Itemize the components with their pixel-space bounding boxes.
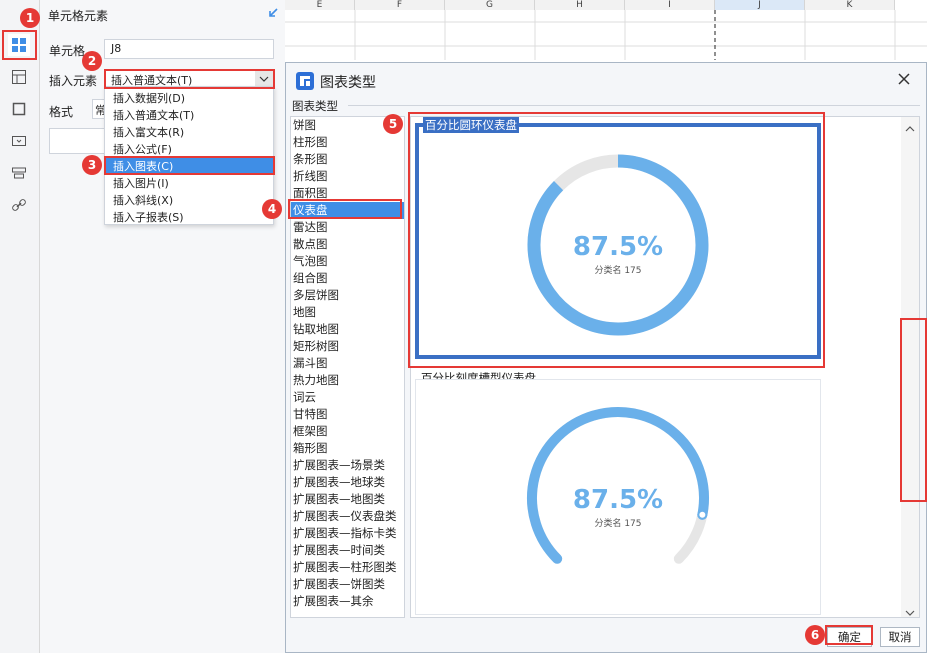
left-toolbar bbox=[0, 0, 40, 653]
chart-type-item[interactable]: 扩展图表—地球类 bbox=[291, 474, 404, 491]
dropdown-item[interactable]: 插入富文本(R) bbox=[105, 124, 273, 141]
dropdown-item[interactable]: 插入普通文本(T) bbox=[105, 107, 273, 124]
chart-type-item[interactable]: 漏斗图 bbox=[291, 355, 404, 372]
spreadsheet-grid[interactable]: E F G H I J K bbox=[285, 0, 927, 60]
dialog-title: 图表类型 bbox=[320, 75, 376, 91]
column-header[interactable]: F bbox=[355, 0, 445, 10]
chart-type-item[interactable]: 扩展图表—其余 bbox=[291, 593, 404, 610]
chart-type-item[interactable]: 散点图 bbox=[291, 236, 404, 253]
chart-type-item[interactable]: 扩展图表—场景类 bbox=[291, 457, 404, 474]
chart-type-list: 饼图 柱形图 条形图 折线图 面积图 仪表盘 雷达图 散点图 气泡图 组合图 多… bbox=[290, 116, 405, 618]
chevron-down-icon[interactable] bbox=[905, 605, 915, 619]
chart-type-item[interactable]: 多层饼图 bbox=[291, 287, 404, 304]
highlight-box bbox=[104, 69, 275, 89]
chart-type-item[interactable]: 扩展图表—柱形图类 bbox=[291, 559, 404, 576]
chart-type-item[interactable]: 地图 bbox=[291, 304, 404, 321]
frame-icon[interactable] bbox=[8, 98, 30, 120]
chart-type-item[interactable]: 扩展图表—地图类 bbox=[291, 491, 404, 508]
app-logo-icon bbox=[296, 72, 314, 90]
column-header[interactable]: J bbox=[715, 0, 805, 10]
chevron-up-icon[interactable] bbox=[905, 121, 915, 135]
widget-icon[interactable] bbox=[8, 130, 30, 152]
column-header[interactable]: E bbox=[285, 0, 355, 10]
cell-field[interactable]: J8 bbox=[104, 39, 274, 59]
cell-label: 单元格 bbox=[49, 44, 86, 58]
gauge-sub-text: 分类名 175 bbox=[594, 517, 641, 529]
step-badge: 1 bbox=[20, 8, 40, 28]
panel-title: 单元格元素 bbox=[48, 9, 109, 23]
gauge-value-text: 87.5% bbox=[573, 485, 663, 515]
cell-attribute-icon[interactable] bbox=[8, 66, 30, 88]
slot-gauge-chart: 87.5% 分类名 175 bbox=[527, 407, 709, 564]
chart-type-item[interactable]: 条形图 bbox=[291, 151, 404, 168]
hyperlink-icon[interactable] bbox=[8, 194, 30, 216]
condition-icon[interactable] bbox=[8, 162, 30, 184]
dropdown-item[interactable]: 插入图片(I) bbox=[105, 175, 273, 192]
chart-type-item[interactable]: 扩展图表—仪表盘类 bbox=[291, 508, 404, 525]
dropdown-item[interactable]: 插入子报表(S) bbox=[105, 209, 273, 226]
dropdown-item[interactable]: 插入斜线(X) bbox=[105, 192, 273, 209]
highlight-box bbox=[288, 199, 402, 219]
highlight-box bbox=[104, 156, 275, 175]
group-divider bbox=[348, 105, 920, 106]
highlight-box bbox=[825, 625, 873, 645]
step-badge: 6 bbox=[805, 625, 825, 645]
step-badge: 3 bbox=[82, 155, 102, 175]
close-icon[interactable] bbox=[896, 71, 912, 90]
step-badge: 2 bbox=[82, 51, 102, 71]
chart-type-item[interactable]: 折线图 bbox=[291, 168, 404, 185]
step-badge: 4 bbox=[262, 199, 282, 219]
grid-lines bbox=[285, 10, 927, 60]
step-badge: 5 bbox=[383, 114, 403, 134]
group-label: 图表类型 bbox=[292, 99, 338, 113]
highlight-box bbox=[408, 112, 825, 368]
column-header[interactable]: G bbox=[445, 0, 535, 10]
chart-type-item[interactable]: 雷达图 bbox=[291, 219, 404, 236]
chart-type-item[interactable]: 组合图 bbox=[291, 270, 404, 287]
highlight-box bbox=[2, 30, 37, 60]
cancel-button[interactable]: 取消 bbox=[880, 627, 920, 647]
chart-type-item[interactable]: 词云 bbox=[291, 389, 404, 406]
dropdown-item[interactable]: 插入数据列(D) bbox=[105, 90, 273, 107]
highlight-box bbox=[900, 318, 927, 502]
chart-card-slot-gauge[interactable]: 87.5% 分类名 175 bbox=[415, 379, 821, 615]
chart-type-item[interactable]: 钻取地图 bbox=[291, 321, 404, 338]
chart-type-item[interactable]: 扩展图表—时间类 bbox=[291, 542, 404, 559]
chart-type-item[interactable]: 热力地图 bbox=[291, 372, 404, 389]
column-header[interactable]: H bbox=[535, 0, 625, 10]
collapse-arrow-icon[interactable] bbox=[267, 7, 279, 22]
insert-element-label: 插入元素 bbox=[49, 74, 98, 88]
chart-type-item[interactable]: 甘特图 bbox=[291, 406, 404, 423]
format-label: 格式 bbox=[49, 105, 74, 119]
chart-type-item[interactable]: 扩展图表—指标卡类 bbox=[291, 525, 404, 542]
chart-type-item[interactable]: 矩形树图 bbox=[291, 338, 404, 355]
gauge-end-dot bbox=[697, 509, 708, 520]
chart-type-item[interactable]: 扩展图表—饼图类 bbox=[291, 576, 404, 593]
column-header[interactable]: K bbox=[805, 0, 895, 10]
chart-type-item[interactable]: 框架图 bbox=[291, 423, 404, 440]
chart-type-item[interactable]: 气泡图 bbox=[291, 253, 404, 270]
column-header[interactable]: I bbox=[625, 0, 715, 10]
chart-type-item[interactable]: 柱形图 bbox=[291, 134, 404, 151]
format-preview bbox=[49, 128, 109, 154]
chart-type-item[interactable]: 箱形图 bbox=[291, 440, 404, 457]
